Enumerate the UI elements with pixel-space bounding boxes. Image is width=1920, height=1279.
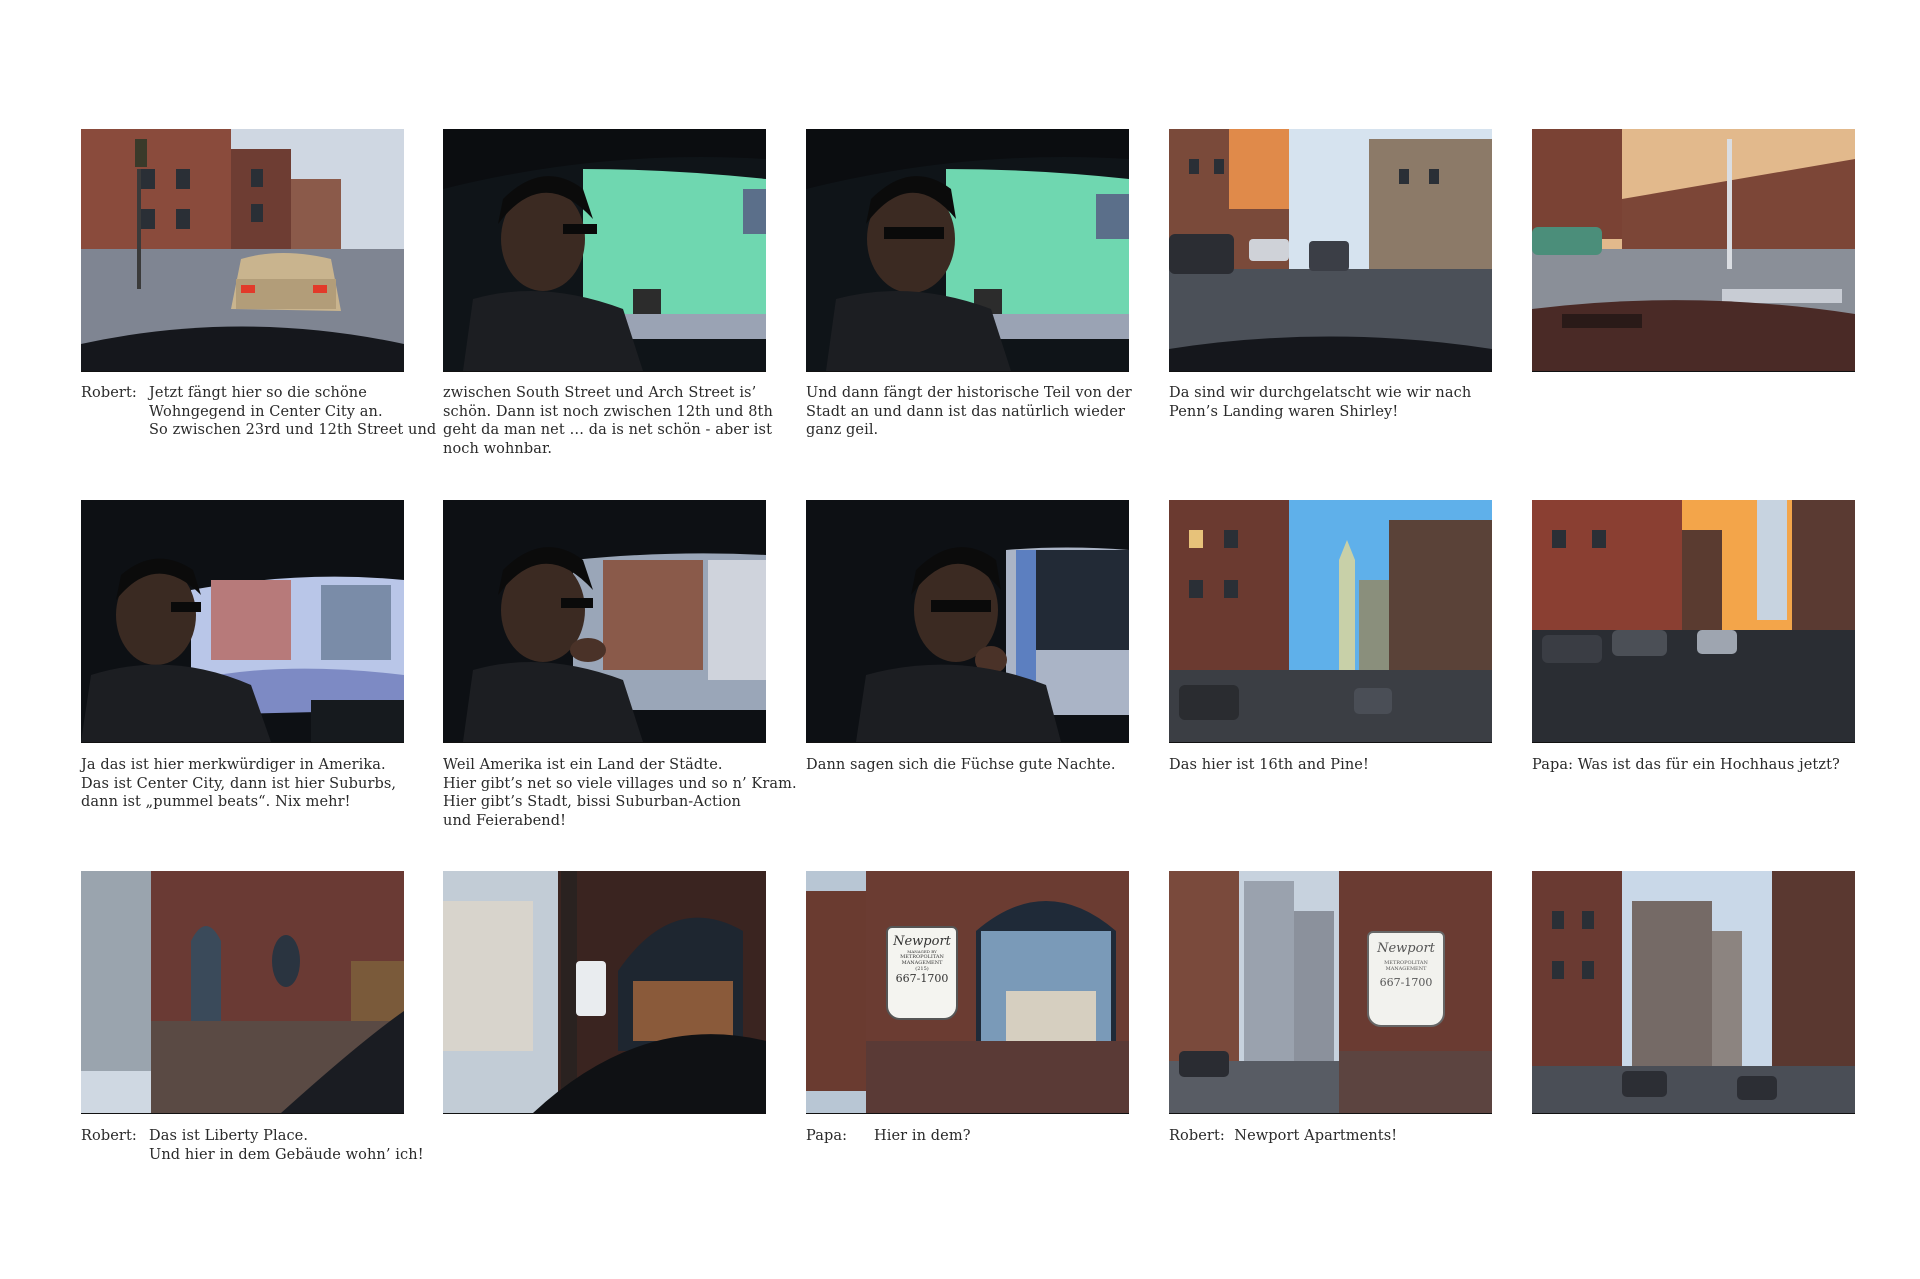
video-frame-8 xyxy=(806,500,1129,743)
driver-hand-chin-image xyxy=(443,500,766,742)
caption-6: Ja das ist hier merkwürdiger in Amerika.… xyxy=(81,757,397,810)
caption-3: Und dann fängt der historische Teil von … xyxy=(806,385,1132,438)
video-frame-6 xyxy=(81,500,404,743)
driver-laughing-image xyxy=(81,500,404,742)
caption-9: Das hier ist 16th and Pine! xyxy=(1169,757,1369,773)
newport-sign-close-image xyxy=(806,871,1129,1113)
street-cars-parked-image xyxy=(1169,129,1492,371)
caption-11: Robert: Das ist Liberty Place. Und hier i… xyxy=(81,1128,424,1163)
street-tall-buildings-image xyxy=(1532,871,1855,1113)
video-frame-1 xyxy=(81,129,404,372)
video-frame-4 xyxy=(1169,129,1492,372)
video-frame-15 xyxy=(1532,871,1855,1114)
video-frame-2 xyxy=(443,129,766,372)
driver-profile-green-image xyxy=(443,129,766,371)
street-car-ahead-image xyxy=(81,129,404,371)
building-arch-window-image xyxy=(81,871,404,1113)
caption-1: Robert: Jetzt fängt hier so die schöne Wo… xyxy=(81,385,437,438)
newport-sign-2: Newport METROPOLITAN MANAGEMENT 667-1700 xyxy=(1367,931,1445,1027)
newport-sign-2-sub3: MANAGEMENT xyxy=(1385,966,1427,972)
video-frame-9 xyxy=(1169,500,1492,743)
caption-7: Weil Amerika ist ein Land der Städte. Hi… xyxy=(443,757,797,829)
caption-14: Robert: Newport Apartments! xyxy=(1169,1128,1398,1144)
street-sunset-image xyxy=(1532,500,1855,742)
building-sign-dark-image xyxy=(443,871,766,1113)
caption-13: Papa: Hier in dem? xyxy=(806,1128,971,1144)
video-frame-11 xyxy=(81,871,404,1114)
intersection-brick-image xyxy=(1532,129,1855,371)
newport-sign-phone: 667-1700 xyxy=(895,972,949,985)
caption-4: Da sind wir durchgelatscht wie wir nach … xyxy=(1169,385,1472,420)
driver-facing-green-image xyxy=(806,129,1129,371)
video-frame-14: Newport METROPOLITAN MANAGEMENT 667-1700 xyxy=(1169,871,1492,1114)
street-skyscraper-image xyxy=(1169,500,1492,742)
driver-thinking-image xyxy=(806,500,1129,742)
video-frame-13: Newport MANAGED BY METROPOLITAN MANAGEME… xyxy=(806,871,1129,1114)
video-frame-7 xyxy=(443,500,766,743)
newport-sign-brand: Newport xyxy=(893,934,951,949)
caption-8: Dann sagen sich die Füchse gute Nachte. xyxy=(806,757,1116,773)
newport-sign-2-brand: Newport xyxy=(1377,941,1435,956)
newport-sign-2-phone: 667-1700 xyxy=(1379,976,1433,989)
newport-sign: Newport MANAGED BY METROPOLITAN MANAGEME… xyxy=(886,926,958,1020)
video-frame-12 xyxy=(443,871,766,1114)
caption-2: zwischen South Street und Arch Street is… xyxy=(443,385,773,457)
video-frame-10 xyxy=(1532,500,1855,743)
caption-10: Papa: Was ist das für ein Hochhaus jetzt… xyxy=(1532,757,1840,773)
video-frame-3 xyxy=(806,129,1129,372)
video-frame-5 xyxy=(1532,129,1855,372)
